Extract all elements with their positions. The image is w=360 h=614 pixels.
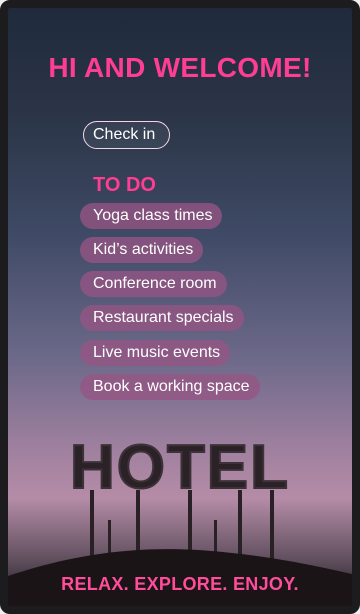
todo-item-conference[interactable]: Conference room — [80, 271, 227, 297]
todo-heading: TO DO — [93, 174, 156, 196]
kiosk-screen: HI AND WELCOME! Check in TO DO Yoga clas… — [0, 0, 360, 614]
footer-tagline: RELAX. EXPLORE. ENJOY. — [61, 574, 299, 594]
hotel-sign-text: HOTEL — [70, 433, 290, 502]
todo-item-kids[interactable]: Kid’s activities — [80, 237, 204, 263]
check-in-button[interactable]: Check in — [83, 121, 171, 149]
welcome-title: HI AND WELCOME! — [48, 52, 312, 83]
todo-item-working-space[interactable]: Book a working space — [80, 374, 260, 400]
todo-item-yoga[interactable]: Yoga class times — [80, 203, 223, 229]
todo-item-live-music[interactable]: Live music events — [80, 340, 231, 366]
todo-item-restaurant[interactable]: Restaurant specials — [80, 305, 244, 331]
